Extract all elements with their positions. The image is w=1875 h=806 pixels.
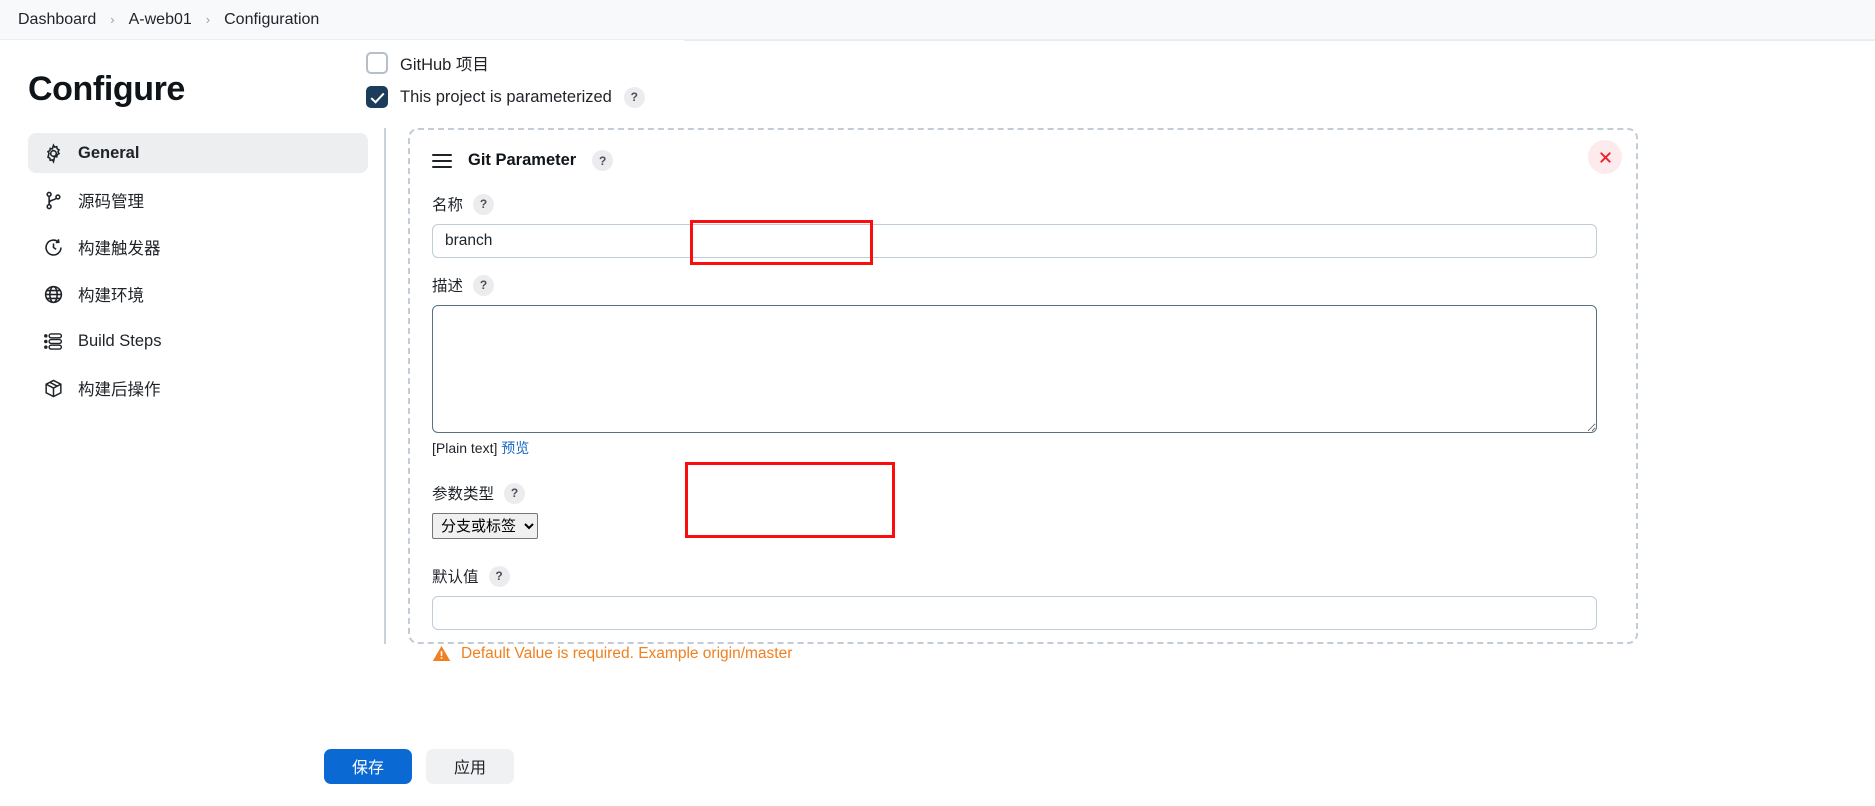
breadcrumb-item-job[interactable]: A-web01 — [123, 11, 198, 29]
field-label-name: 名称 ? — [432, 193, 1614, 215]
clock-icon — [42, 236, 64, 258]
breadcrumb-item-dashboard[interactable]: Dashboard — [12, 11, 102, 29]
breadcrumb: Dashboard › A-web01 › Configuration — [0, 0, 1875, 40]
sidebar-item-build-environment[interactable]: 构建环境 — [28, 274, 368, 314]
help-icon-description[interactable]: ? — [473, 274, 495, 296]
help-icon-parameterized[interactable]: ? — [623, 86, 645, 108]
sidebar-item-label: 构建环境 — [78, 287, 144, 305]
breadcrumb-separator-2: › — [205, 12, 211, 27]
sidebar-item-label: 构建后操作 — [78, 381, 161, 399]
warning-text: Default Value is required. Example origi… — [461, 644, 793, 662]
sidebar-item-label: 源码管理 — [78, 193, 144, 211]
help-icon-name[interactable]: ? — [473, 193, 495, 215]
field-default-value: 默认值 ? Default Value is required. Example… — [432, 565, 1614, 663]
sidebar-item-build-triggers[interactable]: 构建触发器 — [28, 227, 368, 267]
label-text-default-value: 默认值 — [432, 569, 479, 586]
label-text-name: 名称 — [432, 197, 464, 214]
sidebar-item-label: General — [78, 143, 140, 162]
default-value-warning: Default Value is required. Example origi… — [432, 644, 1614, 663]
preview-link[interactable]: 预览 — [501, 440, 529, 456]
scroll-divider — [684, 40, 1875, 41]
close-icon[interactable] — [1588, 140, 1622, 174]
git-branch-icon — [42, 189, 64, 211]
apply-button[interactable]: 应用 — [426, 748, 515, 784]
field-label-default-value: 默认值 ? — [432, 565, 1614, 587]
parameter-block-wrapper: Git Parameter ? 名称 ? branch 描述 ? [Plain … — [384, 128, 1875, 662]
gear-icon — [42, 142, 64, 164]
warning-triangle-icon — [432, 644, 451, 663]
help-icon-git-parameter[interactable]: ? — [592, 150, 614, 171]
name-input[interactable] — [432, 224, 1597, 258]
package-icon — [42, 377, 64, 399]
help-icon-parameter-type[interactable]: ? — [504, 482, 526, 504]
parameterized-label: This project is parameterized — [400, 87, 612, 106]
github-project-checkbox[interactable] — [366, 52, 388, 74]
git-parameter-header: Git Parameter ? — [432, 150, 1614, 171]
action-bar: 保存 应用 — [0, 726, 1875, 806]
sidebar-item-general[interactable]: General — [28, 133, 368, 173]
sidebar-item-label: 构建触发器 — [78, 240, 161, 258]
description-textarea[interactable] — [432, 305, 1597, 433]
field-description: 描述 ? [Plain text] 预览 — [432, 274, 1614, 458]
field-name: 名称 ? — [432, 193, 1614, 258]
sidebar-nav: General 源码管理 构建触发器 构建环境 Build Steps 构建后操… — [28, 133, 368, 408]
parameterized-checkbox[interactable] — [366, 86, 388, 108]
sidebar-item-post-build-actions[interactable]: 构建后操作 — [28, 368, 368, 408]
description-format-row: [Plain text] 预览 — [432, 438, 1614, 458]
checkbox-row-github-project: GitHub 项目 — [366, 46, 1875, 80]
list-icon — [42, 330, 64, 352]
page-body: Configure General 源码管理 构建触发器 构建环境 Build … — [0, 40, 1875, 806]
github-project-label: GitHub 项目 — [400, 56, 489, 74]
field-parameter-type: 参数类型 ? 分支或标签 — [432, 482, 1614, 539]
sidebar-item-build-steps[interactable]: Build Steps — [28, 321, 368, 361]
field-label-description: 描述 ? — [432, 274, 1614, 296]
drag-handle-icon[interactable] — [432, 153, 452, 168]
parameter-guide-line — [384, 128, 386, 644]
field-label-parameter-type: 参数类型 ? — [432, 482, 1614, 504]
plain-text-note: [Plain text] — [432, 440, 498, 456]
default-value-input[interactable] — [432, 596, 1597, 630]
save-button[interactable]: 保存 — [324, 748, 413, 784]
sidebar-item-source-control[interactable]: 源码管理 — [28, 180, 368, 220]
checkbox-row-parameterized: This project is parameterized ? — [366, 80, 1875, 114]
breadcrumb-item-configuration[interactable]: Configuration — [218, 11, 325, 29]
sidebar: Configure General 源码管理 构建触发器 构建环境 Build … — [0, 40, 368, 806]
breadcrumb-separator-1: › — [110, 12, 115, 27]
git-parameter-panel: Git Parameter ? 名称 ? branch 描述 ? [Plain … — [408, 128, 1638, 662]
parameter-type-select[interactable]: 分支或标签 — [432, 513, 538, 539]
help-icon-default-value[interactable]: ? — [488, 565, 510, 587]
sidebar-item-label: Build Steps — [78, 331, 162, 350]
main-content: GitHub 项目 This project is parameterized … — [360, 40, 1875, 806]
label-text-parameter-type: 参数类型 — [432, 486, 495, 503]
label-text-description: 描述 — [432, 278, 464, 295]
globe-icon — [42, 283, 64, 305]
git-parameter-title: Git Parameter — [468, 151, 577, 169]
page-title: Configure — [28, 70, 185, 108]
